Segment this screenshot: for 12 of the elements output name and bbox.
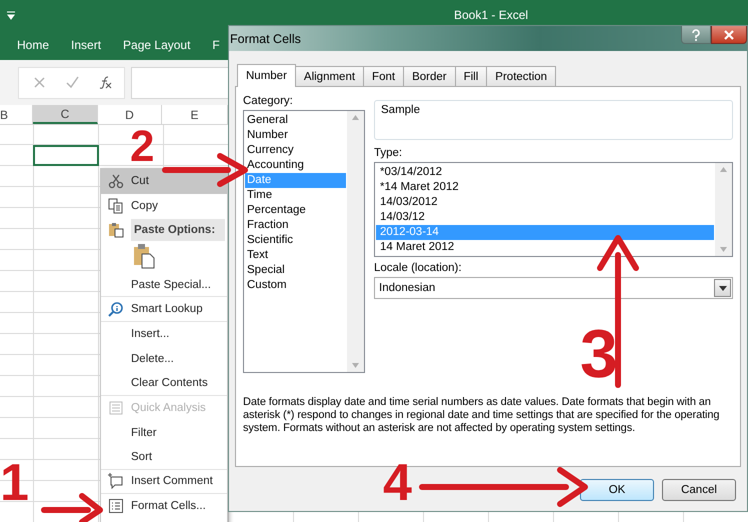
step-number: 4	[383, 454, 412, 512]
description-text: Date formats display date and time serial numbers as date values. Date formats that begin with an asterisk (*) respond to changes in regional date and time settings that are specified for the operating system. Formats without an asterisk are not affected by operating system settings.	[243, 396, 720, 435]
window-title: Book1 - Excel	[454, 8, 528, 22]
field-label: Category:	[243, 95, 294, 107]
field-label: Locale (location):	[374, 262, 463, 274]
step-number: 3	[580, 316, 618, 392]
step-number: 1	[0, 454, 29, 512]
menu-section-header: Paste Options:	[131, 219, 225, 242]
group-label: Sample	[381, 104, 421, 116]
field-label: Type:	[374, 147, 404, 159]
dialog-title: Format Cells	[229, 32, 302, 46]
step-number: 2	[130, 122, 154, 171]
